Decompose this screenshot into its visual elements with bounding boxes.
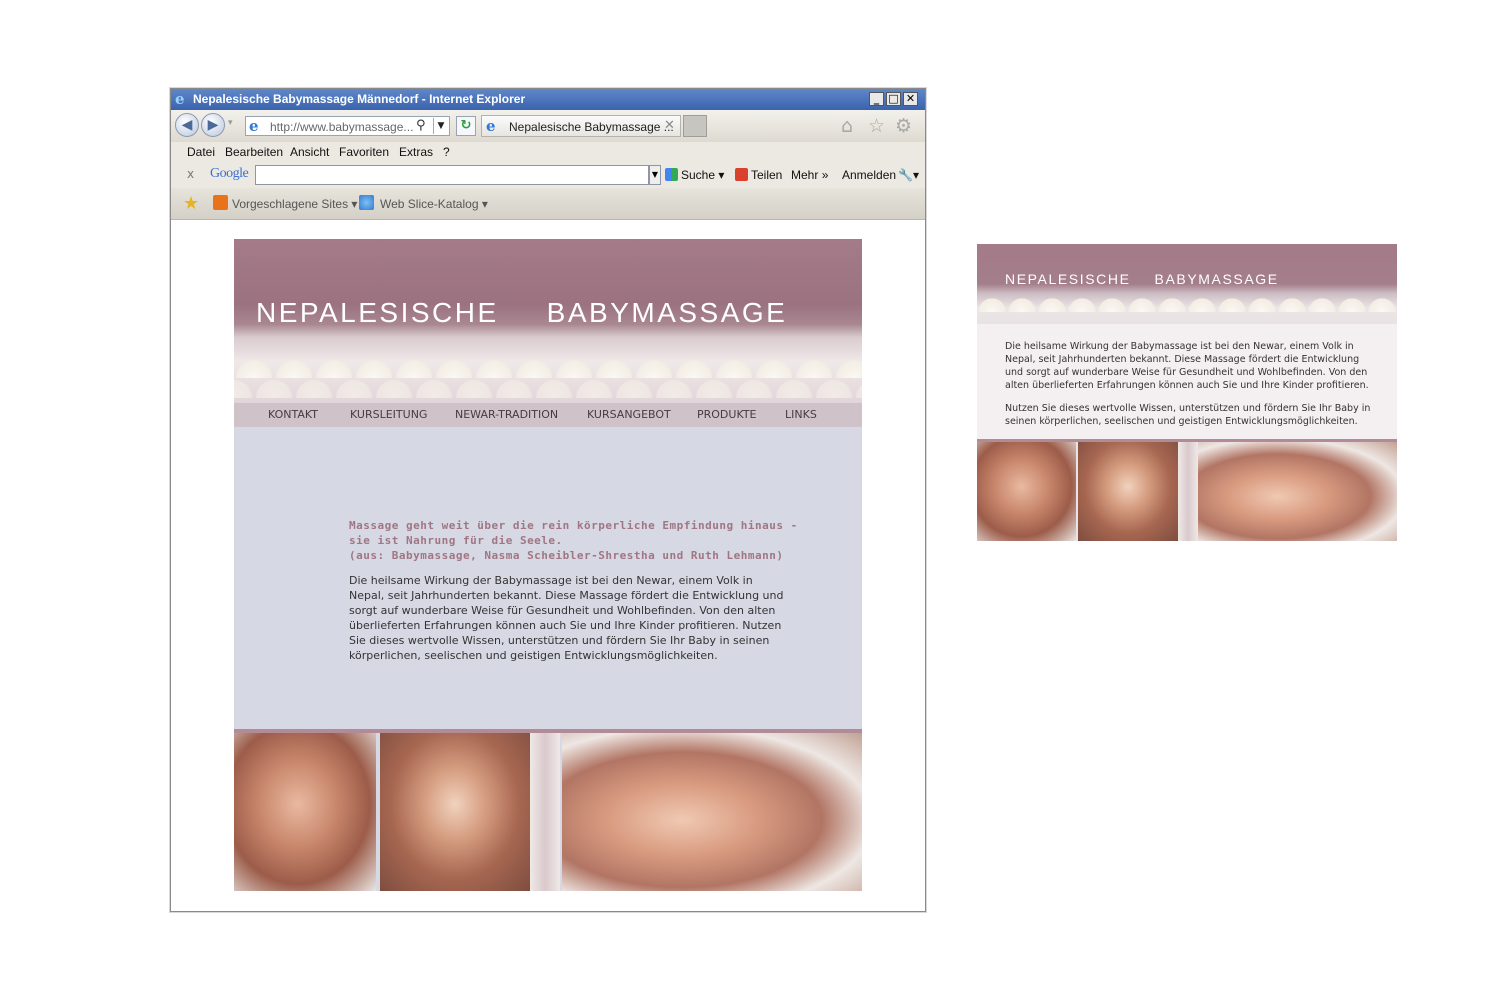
suggested-sites-icon — [213, 195, 228, 210]
menu-extras[interactable]: Extras — [399, 145, 433, 159]
layout-mockup: NEPALESISCHE BABYMASSAGE Die heilsame Wir… — [977, 244, 1397, 541]
address-url[interactable]: http://www.babymassage... — [270, 120, 413, 134]
browser-window: e Nepalesische Babymassage Männedorf - I… — [170, 88, 926, 912]
nav-links[interactable]: LINKS — [785, 408, 817, 421]
address-dropdown-icon[interactable]: ▼ — [433, 118, 448, 134]
mockup-paragraph-2: Nutzen Sie dieses wertvolle Wissen, unte… — [1005, 403, 1371, 427]
navigation-bar: ◀ ▶ ▾ e http://www.babymassage... ⚲ ▼ ↻ … — [171, 110, 925, 142]
search-icon[interactable]: ⚲ — [416, 118, 426, 133]
share-button[interactable]: Teilen — [735, 168, 782, 182]
web-slice-icon — [359, 195, 374, 210]
lace-decoration-2 — [234, 364, 862, 398]
ie-logo-icon: e — [175, 90, 185, 108]
intro-paragraph: Die heilsame Wirkung der Babymassage ist… — [349, 574, 784, 662]
mockup-title-word2: BABYMASSAGE — [1154, 271, 1279, 287]
suggested-sites-link[interactable]: Vorgeschlagene Sites ▾ — [232, 197, 357, 211]
more-button[interactable]: Mehr » — [791, 168, 828, 182]
website-page: NEPALESISCHE BABYMASSAGE KONTAKT KURSLEIT… — [234, 239, 862, 891]
signin-button[interactable]: Anmelden — [842, 168, 896, 182]
window-title: Nepalesische Babymassage Männedorf - Int… — [193, 92, 526, 106]
mockup-photo-baby-massage — [1198, 442, 1397, 541]
nav-newar-tradition[interactable]: NEWAR-TRADITION — [455, 408, 558, 421]
favorites-bar: ★ Vorgeschlagene Sites ▾ Web Slice-Katal… — [171, 188, 925, 220]
google-search-icon — [665, 168, 678, 181]
photo-baby-massage — [562, 733, 862, 891]
menu-ansicht[interactable]: Ansicht — [290, 145, 329, 159]
maximize-button[interactable]: □ — [886, 92, 901, 106]
mockup-text-panel: Die heilsame Wirkung der Babymassage ist… — [977, 324, 1397, 439]
mockup-header: NEPALESISCHE BABYMASSAGE — [977, 244, 1397, 324]
tab-active[interactable]: e Nepalesische Babymassage ... ✕ — [481, 115, 681, 137]
back-icon[interactable]: ◀ — [175, 113, 199, 137]
settings-gear-icon[interactable]: ⚙ — [895, 116, 912, 136]
header-banner: NEPALESISCHE BABYMASSAGE — [234, 239, 862, 403]
mockup-photo-baby-foot — [1078, 442, 1178, 541]
mockup-title-word1: NEPALESISCHE — [1005, 271, 1131, 287]
title-bar: e Nepalesische Babymassage Männedorf - I… — [171, 89, 925, 110]
nav-kontakt[interactable]: KONTAKT — [268, 408, 318, 421]
home-icon[interactable]: ⌂ — [841, 116, 853, 136]
quote-line-1: Massage geht weit über die rein körperli… — [349, 519, 798, 532]
nav-kursangebot[interactable]: KURSANGEBOT — [587, 408, 671, 421]
mockup-photo-fabric — [1178, 442, 1198, 541]
page-favicon-icon: e — [249, 117, 259, 135]
history-dropdown-icon[interactable]: ▾ — [228, 118, 233, 128]
photo-baby-foot — [380, 733, 530, 891]
menu-help[interactable]: ? — [443, 145, 450, 159]
menu-bar: Datei Bearbeiten Ansicht Favoriten Extra… — [171, 142, 925, 163]
nav-kursleitung[interactable]: KURSLEITUNG — [350, 408, 427, 421]
mockup-photo-baby-head — [977, 442, 1076, 541]
menu-datei[interactable]: Datei — [187, 145, 215, 159]
address-bar[interactable]: e http://www.babymassage... ⚲ ▼ — [245, 116, 450, 136]
nav-produkte[interactable]: PRODUKTE — [697, 408, 757, 421]
menu-bearbeiten[interactable]: Bearbeiten — [225, 145, 283, 159]
photo-baby-head — [234, 733, 376, 891]
quote-line-2: sie ist Nahrung für die Seele. — [349, 534, 563, 547]
google-search-input[interactable] — [255, 165, 649, 185]
google-search-dropdown-icon[interactable]: ▼ — [649, 165, 661, 185]
more-chevron-icon: » — [821, 168, 829, 182]
more-label: Mehr — [791, 168, 819, 182]
tab-close-icon[interactable]: ✕ — [664, 118, 675, 133]
favorites-star-icon[interactable]: ☆ — [868, 116, 885, 136]
tab-title: Nepalesische Babymassage ... — [509, 120, 674, 134]
google-search-label: Suche — [681, 168, 716, 182]
web-slice-link[interactable]: Web Slice-Katalog ▾ — [380, 197, 488, 211]
quote-source: (aus: Babymassage, Nasma Scheibler-Shres… — [349, 549, 784, 562]
mockup-title: NEPALESISCHE BABYMASSAGE — [1005, 271, 1279, 287]
google-toolbar-close[interactable]: x — [187, 167, 194, 181]
new-tab-button[interactable] — [683, 115, 707, 137]
site-navigation: KONTAKT KURSLEITUNG NEWAR-TRADITION KURS… — [234, 403, 862, 427]
close-button[interactable]: ✕ — [903, 92, 918, 106]
google-toolbar: x Google ▼ Suche ▾ Teilen Mehr » Anmelde… — [171, 163, 925, 188]
refresh-icon[interactable]: ↻ — [456, 116, 476, 136]
share-label: Teilen — [751, 168, 783, 182]
google-search-button[interactable]: Suche ▾ — [665, 168, 724, 182]
photo-fabric-strip — [530, 733, 560, 891]
share-icon — [735, 168, 748, 181]
mockup-lace-decoration — [977, 286, 1397, 312]
suggested-sites-label: Vorgeschlagene Sites — [232, 197, 349, 211]
favorites-add-icon[interactable]: ★ — [183, 193, 199, 214]
site-title-word1: NEPALESISCHE — [256, 297, 499, 328]
wrench-icon[interactable]: 🔧▾ — [898, 168, 919, 182]
google-logo: Google — [210, 166, 249, 181]
site-title-word2: BABYMASSAGE — [546, 297, 788, 328]
minimize-button[interactable]: _ — [869, 92, 884, 106]
mockup-paragraph-1: Die heilsame Wirkung der Babymassage ist… — [1005, 341, 1369, 391]
quote-block: Massage geht weit über die rein körperli… — [349, 518, 798, 563]
menu-favoriten[interactable]: Favoriten — [339, 145, 389, 159]
tab-favicon-icon: e — [486, 117, 496, 135]
site-title: NEPALESISCHE BABYMASSAGE — [256, 297, 787, 329]
forward-icon[interactable]: ▶ — [201, 113, 225, 137]
web-slice-label: Web Slice-Katalog — [380, 197, 479, 211]
